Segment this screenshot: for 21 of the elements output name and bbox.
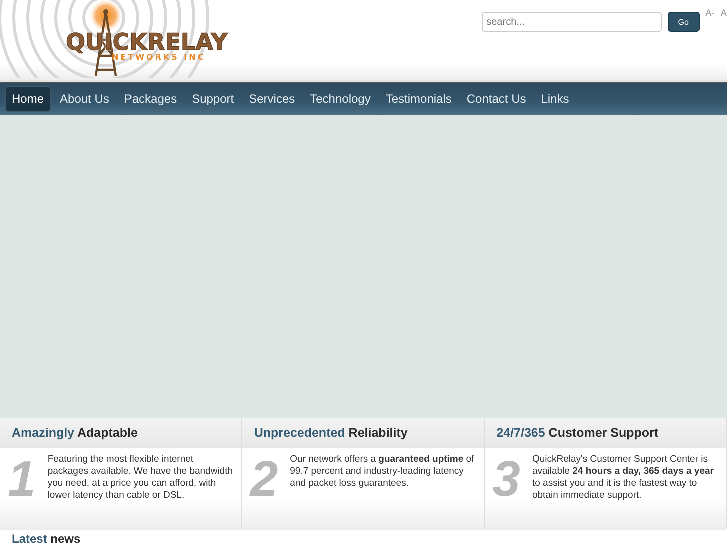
- feature-text: Featuring the most flexible internet packages available. We have the bandwidth you need, at a price you can afford, with lower latency than cable or DSL.: [48, 454, 234, 503]
- search-field[interactable]: search...: [482, 12, 662, 32]
- feature-number: 3: [492, 454, 522, 504]
- nav-tab[interactable]: Contact Us: [460, 87, 532, 111]
- feature-heading: Amazingly Adaptable: [12, 426, 138, 440]
- nav-tab[interactable]: Support: [186, 87, 240, 111]
- feature-heading: 24/7/365 Customer Support: [496, 426, 659, 440]
- nav-tab[interactable]: Packages: [118, 87, 184, 111]
- feature-number: 2: [250, 454, 280, 504]
- news-heading: Latest news: [12, 531, 82, 544]
- feature-number: 1: [8, 454, 37, 504]
- feature-heading: Unprecedented Reliability: [254, 426, 408, 440]
- nav-tab[interactable]: Home: [5, 86, 52, 112]
- nav-tab[interactable]: Services: [243, 87, 302, 111]
- nav-tab[interactable]: Testimonials: [380, 87, 458, 111]
- nav-tab[interactable]: Links: [535, 87, 576, 111]
- nav-tab[interactable]: About Us: [54, 87, 116, 111]
- go-button[interactable]: Go: [668, 12, 700, 32]
- feature-text: QuickRelay's Customer Support Center is available 24 hours a day, 365 days a year to assist you and it is the fastest way to obtain immediate support.: [532, 454, 715, 503]
- feature-text: Our network offers a guaranteed uptime of 99.7 percent and industry-leading latency and packet loss guarantees.: [290, 454, 476, 491]
- nav-tab[interactable]: Technology: [304, 87, 377, 111]
